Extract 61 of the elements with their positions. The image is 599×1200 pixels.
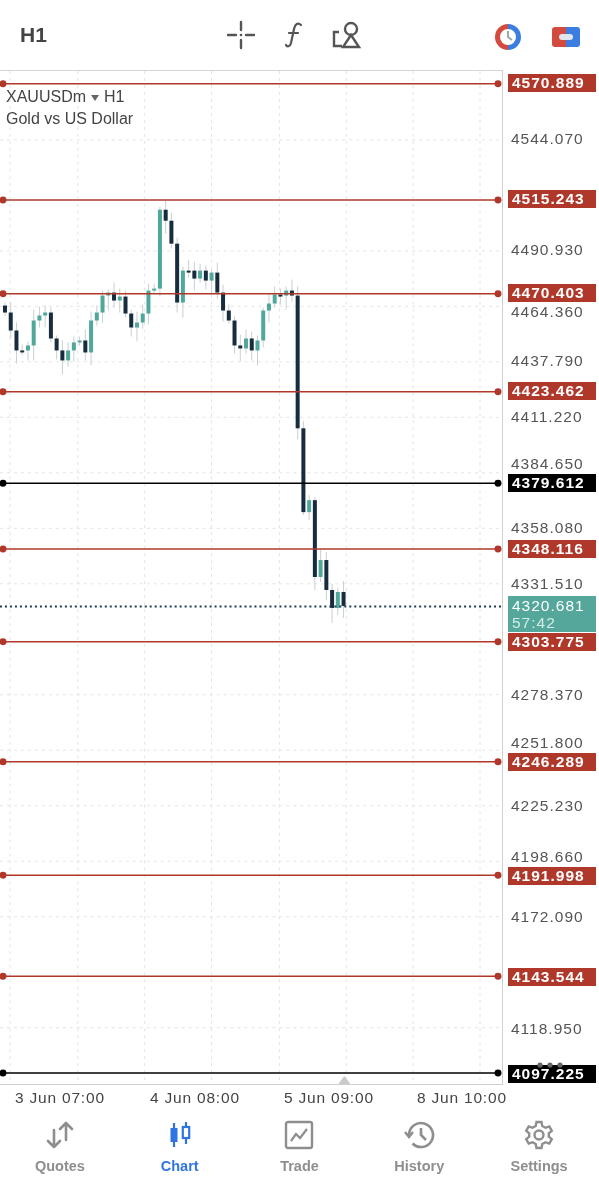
- price-tick-label: 4384.650: [511, 455, 584, 474]
- price-level-label: 4470.403: [508, 284, 596, 303]
- current-price-label: 4320.681 57:42: [508, 596, 596, 633]
- price-tick-label: 4251.800: [511, 734, 584, 753]
- symbol-timeframe: H1: [104, 88, 125, 106]
- price-level-line[interactable]: [0, 388, 502, 396]
- toggle-icon[interactable]: [551, 25, 581, 49]
- price-tick-label: 4118.950: [511, 1019, 583, 1038]
- price-level-label: 4515.243: [508, 190, 596, 209]
- price-level-label: 4423.462: [508, 382, 596, 401]
- caret-icon[interactable]: [91, 95, 99, 101]
- price-level-label: 4303.775: [508, 632, 596, 651]
- symbol-description: Gold vs US Dollar: [6, 110, 134, 128]
- symbol-name[interactable]: XAUUSDm: [6, 88, 86, 106]
- scroll-marker-icon[interactable]: [338, 1076, 351, 1084]
- price-level-line[interactable]: [0, 972, 502, 980]
- price-level-line[interactable]: [0, 871, 502, 879]
- line-chart-icon: [284, 1120, 315, 1150]
- more-icon[interactable]: [537, 1062, 563, 1068]
- settings-icon: [524, 1120, 555, 1150]
- price-tick-label: 4172.090: [511, 908, 584, 927]
- clock-icon[interactable]: [493, 22, 523, 52]
- time-axis-label: 5 Jun 09:00: [284, 1089, 374, 1107]
- price-tick-label: 4464.360: [511, 303, 584, 322]
- price-tick-label: 4358.080: [511, 519, 584, 538]
- function-icon[interactable]: [284, 21, 304, 49]
- price-tick-label: 4198.660: [511, 847, 584, 866]
- price-tick-label: 4544.070: [511, 130, 584, 148]
- price-tick-label: 4411.220: [511, 408, 583, 426]
- tab-button[interactable]: Chart: [124, 1116, 235, 1178]
- price-tick-label: 4490.930: [511, 241, 584, 260]
- timeframe-label[interactable]: H1: [20, 23, 47, 47]
- price-level-line[interactable]: [0, 638, 502, 646]
- time-axis-label: 8 Jun 10:00: [417, 1089, 507, 1107]
- price-level-label: 4348.116: [508, 540, 596, 559]
- price-level-label: 4143.544: [508, 968, 596, 987]
- time-axis-label: 3 Jun 07:00: [15, 1089, 105, 1107]
- crosshair-icon[interactable]: [226, 20, 256, 50]
- price-tick-label: 4225.230: [511, 797, 584, 816]
- price-tick-label: 4331.510: [511, 574, 584, 593]
- price-level-label: 4246.289: [508, 753, 596, 772]
- price-level-line[interactable]: [0, 479, 502, 487]
- time-axis-label: 4 Jun 08:00: [150, 1089, 240, 1107]
- price-level-line[interactable]: [0, 758, 502, 766]
- price-level-label: 4097.225: [508, 1065, 596, 1084]
- arrows-icon: [44, 1120, 75, 1150]
- price-level-line[interactable]: [0, 1069, 502, 1077]
- price-level-line[interactable]: [0, 545, 502, 553]
- tab-button[interactable]: Settings: [484, 1116, 595, 1178]
- price-tick-label: 4437.790: [511, 352, 584, 371]
- shapes-icon[interactable]: [332, 20, 362, 50]
- tab-button[interactable]: Quotes: [4, 1116, 115, 1178]
- price-level-line[interactable]: [0, 80, 502, 88]
- price-level-label: 4379.612: [508, 474, 596, 493]
- tab-button[interactable]: Trade: [244, 1116, 355, 1178]
- price-tick-label: 4278.370: [511, 686, 584, 704]
- tab-button[interactable]: History: [364, 1116, 475, 1178]
- price-level-line[interactable]: [0, 290, 502, 298]
- price-level-label: 4191.998: [508, 866, 596, 885]
- price-level-label: 4570.889: [508, 73, 596, 92]
- history-icon: [403, 1120, 436, 1150]
